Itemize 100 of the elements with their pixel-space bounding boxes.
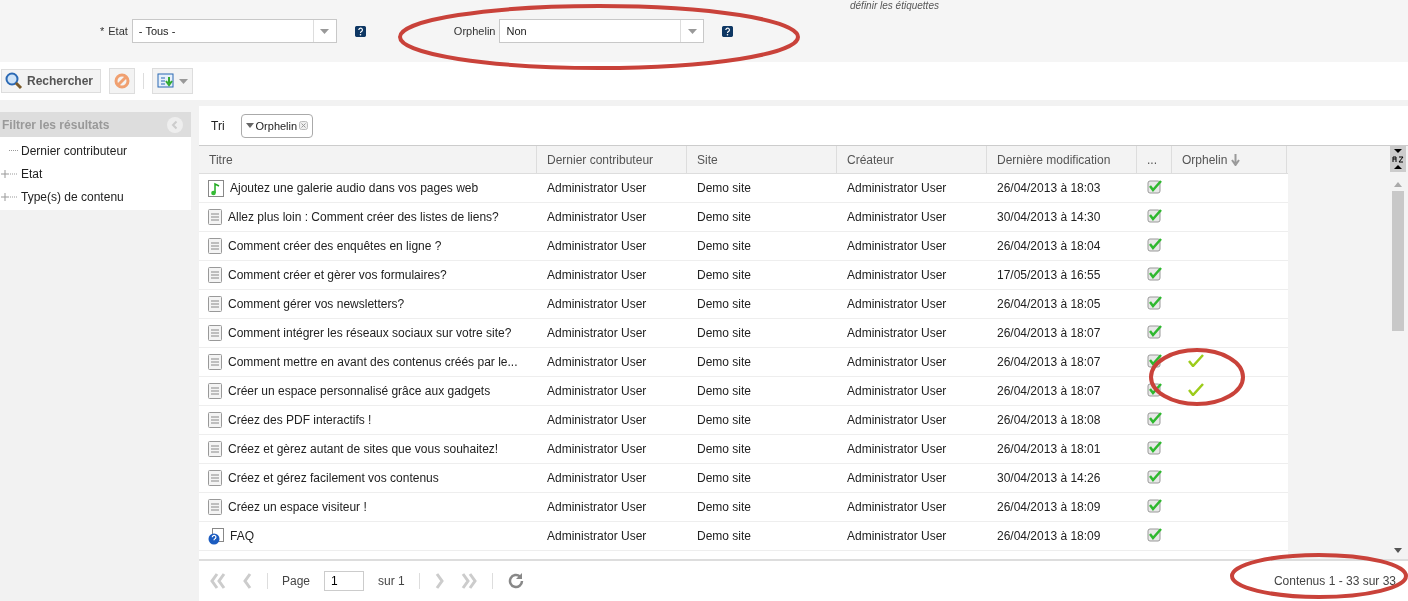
table-cell: Administrator User [847, 326, 947, 340]
table-cell: Administrator User [547, 529, 647, 543]
table-cell: Administrator User [847, 413, 947, 427]
search-button[interactable]: Rechercher [1, 69, 102, 93]
table-cell: Administrator User [547, 297, 647, 311]
dropdown-arrow-icon[interactable] [179, 78, 189, 84]
table-cell: 26/04/2013 à 18:09 [997, 500, 1101, 514]
help-document-icon [208, 527, 224, 545]
help-icon[interactable] [354, 25, 366, 37]
table-cell[interactable]: Comment créer des enquêtes en ligne ? [228, 239, 442, 253]
table-cell[interactable]: FAQ [230, 529, 254, 543]
required-mark: * [100, 25, 105, 37]
first-page-icon[interactable] [209, 573, 227, 589]
table-cell[interactable]: Comment mettre en avant des contenus créés par le... [228, 355, 518, 369]
column-header[interactable]: Dernier contributeur [547, 152, 654, 167]
filter-dropdown[interactable]: - Tous - [131, 19, 337, 43]
export-button[interactable] [152, 68, 194, 94]
table-cell: 26/04/2013 à 18:05 [997, 297, 1101, 311]
clear-button[interactable] [109, 68, 136, 94]
column-header[interactable]: Dernière modification [997, 152, 1111, 167]
help-icon[interactable] [722, 25, 734, 37]
table-cell: 26/04/2013 à 18:07 [997, 326, 1101, 340]
column-header[interactable]: Site [697, 152, 718, 167]
column-header[interactable]: ... [1147, 152, 1157, 167]
last-page-icon[interactable] [459, 573, 478, 589]
document-icon [208, 354, 222, 370]
column-sort-icon[interactable] [1390, 146, 1406, 172]
table-cell: Administrator User [847, 239, 947, 253]
column-header[interactable]: Titre [209, 152, 233, 167]
results-summary: Contenus 1 - 33 sur 33 [1273, 574, 1396, 588]
table-cell[interactable]: Créez des PDF interactifs ! [228, 413, 372, 427]
published-icon [1147, 440, 1163, 455]
table-cell: Demo site [697, 384, 752, 398]
previous-page-icon[interactable] [241, 573, 253, 589]
scroll-up-icon[interactable] [1394, 182, 1402, 187]
table-cell[interactable]: Créer un espace personnalisé grâce aux gadgets [228, 384, 491, 398]
table-cell[interactable]: Comment gérer vos newsletters? [228, 297, 405, 311]
expand-icon[interactable] [0, 168, 18, 179]
filter-label: Orphelin [453, 25, 496, 37]
table-cell[interactable]: Créez un espace visiteur ! [228, 500, 367, 514]
table-cell: Administrator User [847, 500, 947, 514]
sort-descending-icon [1231, 153, 1241, 166]
table-cell: Administrator User [547, 471, 647, 485]
filter-item[interactable]: Type(s) de contenu [21, 189, 124, 204]
dropdown-arrow-icon[interactable] [687, 28, 697, 34]
table-cell: Demo site [697, 268, 752, 282]
table-cell: 26/04/2013 à 18:07 [997, 384, 1101, 398]
column-header[interactable]: Créateur [847, 152, 894, 167]
document-icon [208, 325, 222, 341]
dropdown-arrow-icon[interactable] [320, 28, 330, 34]
table-cell: Administrator User [547, 326, 647, 340]
sort-chip[interactable]: Orphelin [240, 113, 314, 138]
filter-dropdown[interactable]: Non [499, 19, 705, 43]
published-icon [1147, 527, 1163, 542]
search-icon [5, 72, 23, 90]
music-note-icon [208, 179, 224, 197]
table-cell: Demo site [697, 210, 752, 224]
table-cell: Administrator User [847, 355, 947, 369]
table-cell: Administrator User [847, 442, 947, 456]
filter-item[interactable]: Dernier contributeur [21, 143, 128, 158]
prohibited-icon [114, 73, 131, 89]
document-icon [208, 296, 222, 312]
document-icon [208, 383, 222, 399]
sort-label: Tri [211, 118, 225, 133]
published-icon [1147, 469, 1163, 484]
document-icon [208, 441, 222, 457]
column-header[interactable]: Orphelin [1182, 152, 1228, 167]
document-icon [208, 412, 222, 428]
tags-link[interactable]: définir les étiquettes [850, 0, 939, 11]
scrollbar-thumb[interactable] [1392, 191, 1404, 331]
table-cell: 26/04/2013 à 18:01 [997, 442, 1101, 456]
table-cell[interactable]: Comment intégrer les réseaux sociaux sur votre site? [228, 326, 512, 340]
refresh-icon[interactable] [506, 572, 525, 590]
table-cell: Administrator User [847, 210, 947, 224]
document-icon [208, 267, 222, 283]
table-cell: Administrator User [847, 529, 947, 543]
table-cell[interactable]: Comment créer et gèrer vos formulaires? [228, 268, 447, 282]
table-cell: 26/04/2013 à 18:09 [997, 529, 1101, 543]
table-cell[interactable]: Ajoutez une galerie audio dans vos pages web [230, 181, 479, 195]
table-cell[interactable]: Allez plus loin : Comment créer des listes de liens? [228, 210, 499, 224]
expand-icon[interactable] [0, 191, 18, 202]
table-cell[interactable]: Créez et gèrez autant de sites que vous souhaitez! [228, 442, 499, 456]
table-cell: Demo site [697, 239, 752, 253]
document-icon [208, 499, 222, 515]
table-cell[interactable]: Créez et gérez facilement vos contenus [228, 471, 439, 485]
filter-item[interactable]: Etat [21, 166, 43, 181]
collapse-icon[interactable] [167, 116, 183, 133]
table-cell: Demo site [697, 413, 752, 427]
next-page-icon[interactable] [433, 573, 446, 589]
remove-icon[interactable] [299, 121, 309, 130]
table-cell: Demo site [697, 297, 752, 311]
table-cell: Administrator User [547, 181, 647, 195]
table-cell: 30/04/2013 à 14:30 [997, 210, 1101, 224]
scroll-down-icon[interactable] [1394, 548, 1402, 553]
page-label: Page [282, 574, 311, 588]
table-cell: Administrator User [847, 181, 947, 195]
published-icon [1147, 208, 1163, 223]
page-input[interactable]: 1 [324, 571, 365, 591]
table-cell: Administrator User [547, 500, 647, 514]
table-cell: Administrator User [547, 413, 647, 427]
